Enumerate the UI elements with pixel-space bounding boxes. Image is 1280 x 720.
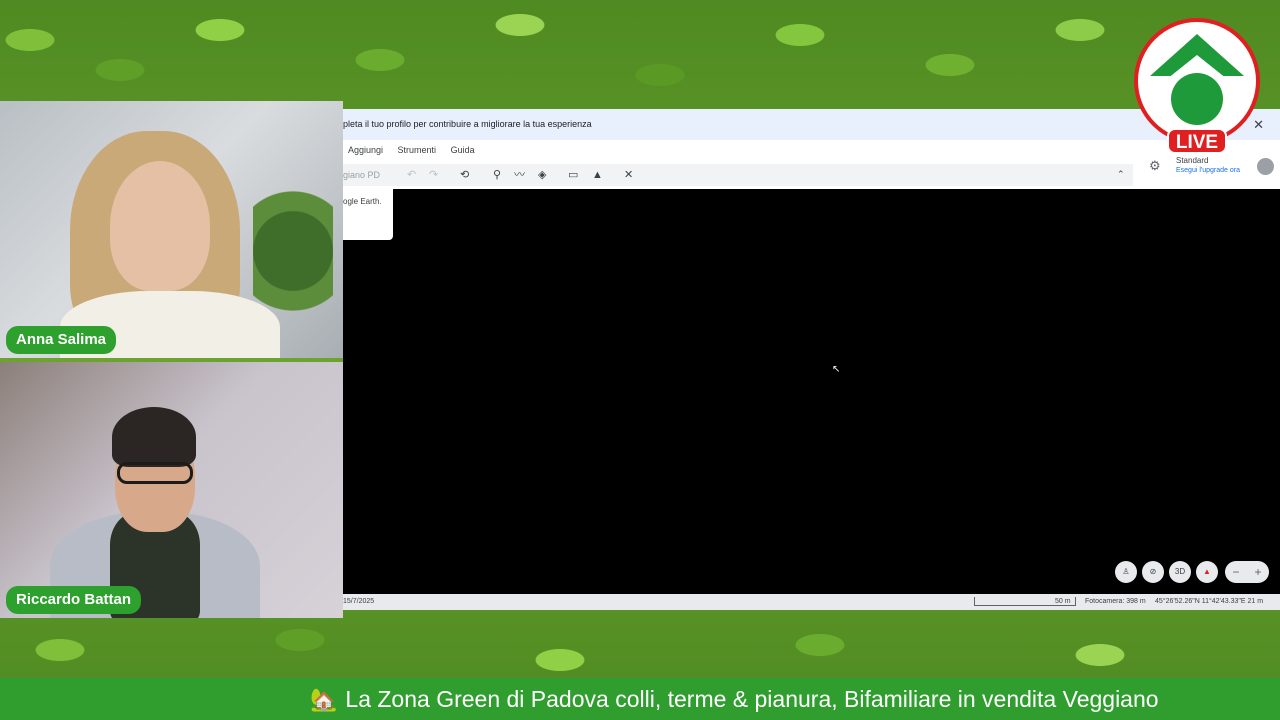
zoom-control: − +: [1225, 561, 1269, 583]
tilt-icon[interactable]: ⊘: [1142, 561, 1164, 583]
riccardo-hair: [112, 407, 196, 467]
undo-icon[interactable]: ↶: [407, 168, 416, 182]
scale-label: 50 m: [1055, 598, 1071, 605]
plan-label: Standard: [1176, 156, 1209, 165]
path-icon[interactable]: 〰: [514, 168, 525, 182]
placemark-icon[interactable]: ⚲: [493, 168, 501, 182]
avatar[interactable]: [1257, 158, 1274, 175]
compass-icon[interactable]: ▲: [1196, 561, 1218, 583]
menu-item-aggiungi[interactable]: Aggiungi: [348, 145, 383, 155]
coordinates: 45°26'52.26"N 11°42'43.33"E 21 m: [1155, 598, 1264, 605]
live-logo: LIVE: [1134, 18, 1260, 154]
live-badge: LIVE: [1167, 128, 1227, 154]
search-field[interactable]: giano PD: [343, 167, 395, 183]
webcam-riccardo: Riccardo Battan: [0, 362, 343, 618]
name-tag-anna: Anna Salima: [6, 326, 117, 354]
info-popup: ogle Earth.: [343, 189, 393, 240]
ticker: 🏡 La Zona Green di Padova colli, terme & …: [310, 678, 1159, 720]
zoom-out-button[interactable]: −: [1225, 561, 1247, 583]
ticker-text: La Zona Green di Padova colli, terme & p…: [345, 686, 1159, 712]
mouse-cursor-icon: ↖: [832, 364, 841, 375]
logo-dot: [1171, 73, 1223, 125]
menu-item-guida[interactable]: Guida: [451, 145, 475, 155]
ruler-icon[interactable]: ▭: [568, 168, 578, 182]
satellite-icon[interactable]: ✕: [624, 168, 633, 182]
house-icon: 🏡: [310, 687, 338, 712]
menu-item-strumenti[interactable]: Strumenti: [398, 145, 437, 155]
redo-icon[interactable]: ↷: [429, 168, 438, 182]
account-area: ⚙ Standard Esegui l'upgrade ora: [1149, 154, 1279, 184]
anna-face: [110, 161, 210, 291]
gear-icon[interactable]: ⚙: [1149, 158, 1161, 174]
ticker-bar: 🏡 La Zona Green di Padova colli, terme & …: [0, 678, 1280, 720]
status-bar: 15/7/2025 50 m Fotocamera: 398 m 45°26'5…: [343, 594, 1280, 610]
pegman-icon[interactable]: ♙: [1115, 561, 1137, 583]
zoom-in-button[interactable]: +: [1247, 561, 1269, 583]
menu: Aggiungi Strumenti Guida: [348, 145, 487, 155]
popup-text: ogle Earth.: [343, 197, 382, 206]
layers-icon[interactable]: ◈: [538, 168, 546, 182]
banner-text: pleta il tuo profilo per contribuire a m…: [343, 119, 592, 129]
imagery-date: 15/7/2025: [343, 598, 375, 605]
3d-button[interactable]: 3D: [1169, 561, 1191, 583]
history-icon[interactable]: ⟲: [460, 168, 469, 182]
screen-share-google-earth: pleta il tuo profilo per contribuire a m…: [343, 109, 1280, 610]
name-tag-riccardo: Riccardo Battan: [6, 586, 142, 614]
chevron-up-icon[interactable]: ⌃: [1117, 169, 1125, 180]
upgrade-link[interactable]: Esegui l'upgrade ora: [1176, 167, 1240, 174]
glasses: [117, 462, 193, 484]
toolbar: giano PD ↶ ↷ ⟲ ⚲ 〰 ◈ ▭ ▲ ✕ ⌃: [343, 164, 1133, 186]
camera-altitude: Fotocamera: 398 m: [1085, 598, 1146, 605]
webcam-anna: Anna Salima: [0, 101, 343, 358]
image-icon[interactable]: ▲: [592, 168, 603, 182]
